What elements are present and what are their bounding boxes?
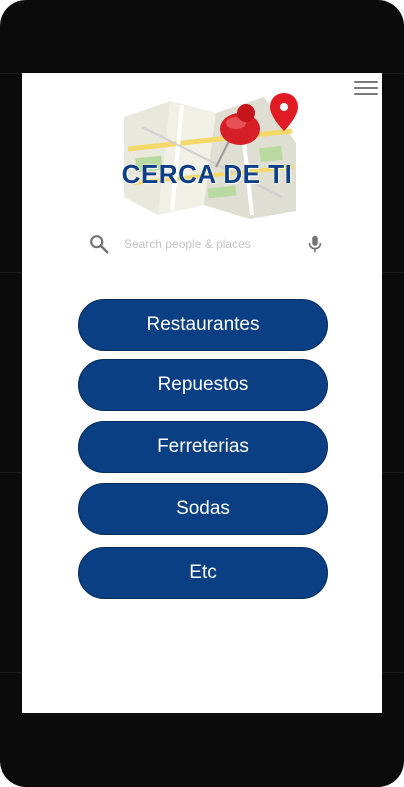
category-button-sodas[interactable]: Sodas — [78, 483, 328, 535]
app-logo: CERCA DE TI — [112, 87, 302, 219]
category-button-etc[interactable]: Etc — [78, 547, 328, 599]
category-button-restaurantes[interactable]: Restaurantes — [78, 299, 328, 351]
category-button-ferreterias[interactable]: Ferreterias — [78, 421, 328, 473]
hamburger-menu-icon[interactable] — [354, 81, 378, 99]
search-input[interactable] — [124, 232, 274, 256]
app-screen: CERCA DE TI Restaurantes Repuestos Ferre… — [22, 73, 382, 713]
map-illustration — [124, 93, 298, 219]
mic-icon[interactable] — [304, 233, 326, 255]
app-title: CERCA DE TI — [121, 159, 293, 189]
category-button-repuestos[interactable]: Repuestos — [78, 359, 328, 411]
phone-frame: CERCA DE TI Restaurantes Repuestos Ferre… — [0, 0, 404, 787]
search-bar — [84, 229, 322, 259]
search-icon[interactable] — [88, 233, 110, 255]
